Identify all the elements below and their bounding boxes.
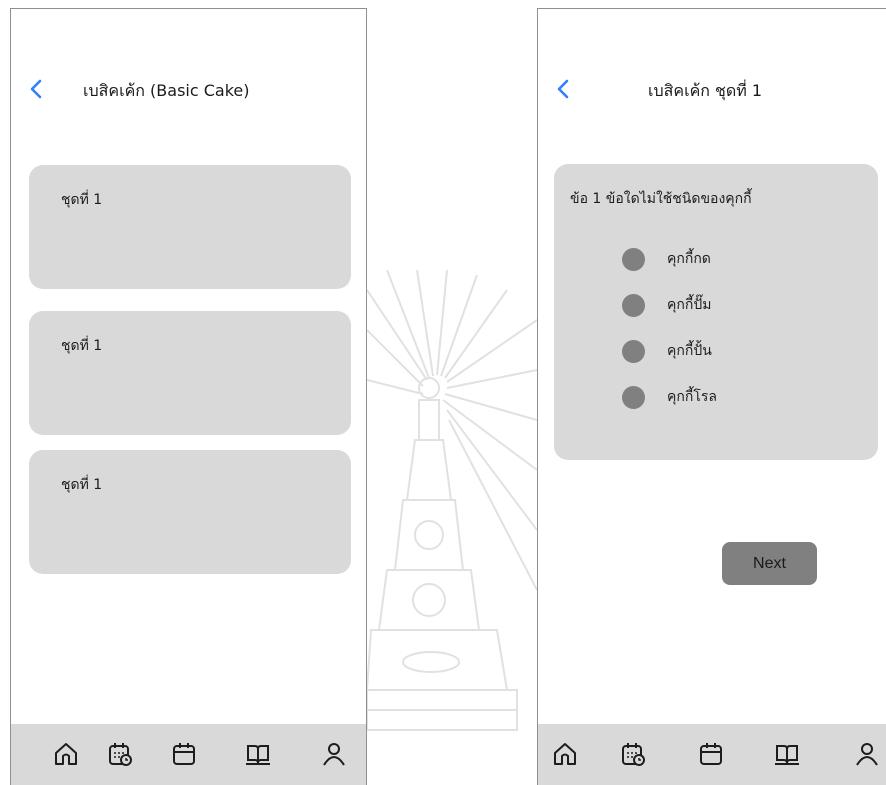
- answer-option-3[interactable]: คุกกี้ปั้น: [622, 338, 712, 364]
- book-icon[interactable]: [245, 741, 271, 767]
- question-text: ข้อ 1 ข้อใดไม่ใช้ชนิดของคุกกี้: [570, 191, 752, 207]
- set-card-3[interactable]: ชุดที่ 1: [29, 450, 351, 574]
- set-card-1[interactable]: ชุดที่ 1: [29, 165, 351, 289]
- answer-label: คุกกี้ปั๊ม: [667, 297, 712, 313]
- quiz-card: ข้อ 1 ข้อใดไม่ใช้ชนิดของคุกกี้ คุกกี้กด …: [554, 164, 878, 460]
- next-button[interactable]: Next: [722, 542, 817, 585]
- answer-label: คุกกี้โรล: [667, 389, 717, 405]
- answer-option-4[interactable]: คุกกี้โรล: [622, 384, 717, 410]
- set-card-label: ชุดที่ 1: [61, 192, 103, 208]
- user-icon[interactable]: [854, 741, 880, 767]
- radio-button[interactable]: [622, 339, 645, 363]
- bottom-nav: [11, 724, 366, 785]
- bottom-nav: [538, 724, 886, 785]
- calendar-clock-icon[interactable]: [620, 741, 646, 767]
- header: เบสิคเค้ก ชุดที่ 1: [538, 75, 886, 105]
- answer-option-2[interactable]: คุกกี้ปั๊ม: [622, 292, 711, 318]
- answer-option-1[interactable]: คุกกี้กด: [622, 246, 711, 272]
- chevron-left-icon[interactable]: [552, 77, 576, 101]
- university-emblem-watermark: [367, 270, 537, 731]
- book-icon[interactable]: [774, 741, 800, 767]
- header: เบสิคเค้ก (Basic Cake): [11, 75, 366, 105]
- page-title: เบสิคเค้ก ชุดที่ 1: [648, 81, 763, 100]
- answer-label: คุกกี้กด: [667, 251, 711, 267]
- home-icon[interactable]: [552, 741, 578, 767]
- left-phone-screen: เบสิคเค้ก (Basic Cake) ชุดที่ 1 ชุดที่ 1…: [10, 8, 367, 785]
- home-icon[interactable]: [53, 741, 79, 767]
- set-card-label: ชุดที่ 1: [61, 477, 103, 493]
- page-title: เบสิคเค้ก (Basic Cake): [83, 81, 250, 100]
- chevron-left-icon[interactable]: [25, 77, 49, 101]
- radio-button[interactable]: [622, 385, 645, 409]
- calendar-icon[interactable]: [171, 741, 197, 767]
- right-phone-screen: เบสิคเค้ก ชุดที่ 1 ข้อ 1 ข้อใดไม่ใช้ชนิด…: [537, 8, 886, 785]
- set-card-2[interactable]: ชุดที่ 1: [29, 311, 351, 435]
- calendar-clock-icon[interactable]: [107, 741, 133, 767]
- radio-button[interactable]: [622, 247, 645, 271]
- user-icon[interactable]: [321, 741, 347, 767]
- answer-label: คุกกี้ปั้น: [667, 343, 712, 359]
- radio-button[interactable]: [622, 293, 645, 317]
- calendar-icon[interactable]: [698, 741, 724, 767]
- set-card-label: ชุดที่ 1: [61, 338, 103, 354]
